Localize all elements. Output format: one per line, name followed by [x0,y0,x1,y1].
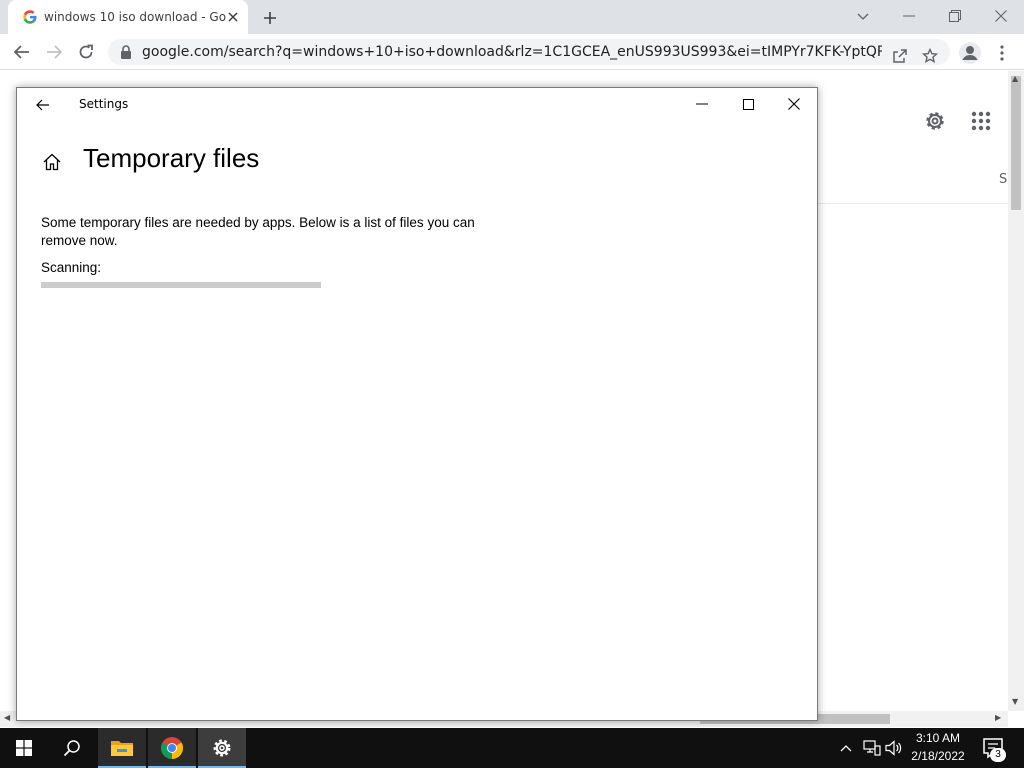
volume-icon[interactable] [884,738,904,758]
home-icon[interactable] [39,149,65,175]
settings-minimize-icon[interactable] [689,92,715,116]
tab-close-icon[interactable] [224,8,242,26]
browser-restore-icon[interactable] [942,4,968,28]
gear-icon[interactable] [920,106,950,136]
settings-window: Settings Temporary files Some temporary … [16,87,818,721]
lock-icon[interactable] [120,45,132,59]
settings-gear-icon[interactable] [198,728,246,768]
scroll-down-arrow-icon[interactable]: ▼ [1012,697,1018,706]
browser-tab[interactable]: windows 10 iso download - Google [8,0,248,34]
google-g-icon [23,10,37,24]
notification-count-badge: 3 [990,748,1006,762]
new-tab-icon[interactable] [258,6,282,30]
show-hidden-icons-chevron-icon[interactable] [838,738,854,758]
scanning-label: Scanning: [41,260,102,275]
temporary-files-description: Some temporary files are needed by apps.… [41,215,475,248]
url-text[interactable]: google.com/search?q=windows+10+iso+downl… [142,43,882,61]
vertical-scroll-thumb[interactable] [1011,76,1021,210]
clock-date[interactable]: 2/18/2022 [906,749,970,763]
scroll-up-arrow-icon[interactable]: ▲ [1012,74,1018,83]
reload-icon[interactable] [72,38,100,66]
browser-minimize-icon[interactable] [896,4,922,28]
back-icon[interactable] [8,38,36,66]
google-partial-text: S [999,172,1008,187]
scan-progress-bar [41,282,321,288]
star-icon[interactable] [916,42,944,70]
menu-icon[interactable] [988,39,1016,67]
share-icon[interactable] [886,42,914,70]
google-divider [818,203,1008,204]
settings-app-title: Settings [79,97,129,111]
network-icon[interactable] [862,738,882,758]
tab-search-chevron-icon[interactable] [852,6,874,28]
page-title: Temporary files [83,143,260,173]
tab-title: windows 10 iso download - Google [44,10,226,24]
browser-close-icon[interactable] [988,4,1014,28]
settings-maximize-icon[interactable] [735,92,761,116]
chrome-icon[interactable] [148,728,196,768]
windows-start-icon[interactable] [0,728,48,768]
file-explorer-icon[interactable] [98,728,146,768]
forward-icon[interactable] [40,38,68,66]
profile-icon[interactable] [956,39,984,67]
settings-close-icon[interactable] [781,92,807,116]
scroll-left-arrow-icon[interactable]: ◀ [4,713,10,722]
scroll-right-arrow-icon[interactable]: ▶ [995,713,1001,722]
search-icon[interactable] [48,728,96,768]
settings-back-icon[interactable] [31,94,55,116]
apps-grid-icon[interactable] [966,106,996,136]
clock-time[interactable]: 3:10 AM [906,731,970,745]
